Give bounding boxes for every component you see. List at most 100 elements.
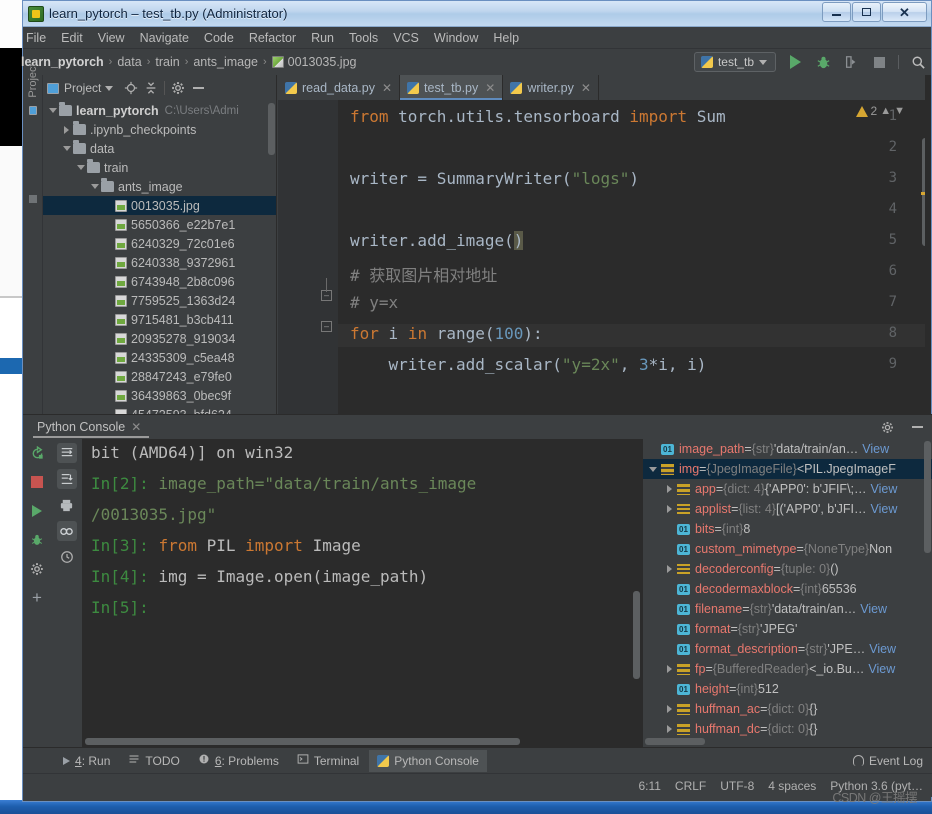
tree-expand-toggle[interactable] (88, 184, 101, 189)
console-hide-button[interactable] (907, 417, 927, 437)
fold-marker-7[interactable]: – (321, 321, 332, 332)
code-editor[interactable]: – – 2 ▲ ▼ 1from torch.utils.tensorboard … (278, 100, 931, 430)
code-line[interactable]: # y=x (350, 293, 398, 312)
variables-pane[interactable]: 01image_path = {str} 'data/train/an…View… (643, 439, 932, 747)
tree-expand-toggle[interactable] (74, 165, 87, 170)
view-value-link[interactable]: View (868, 662, 895, 676)
view-value-link[interactable]: View (860, 602, 887, 616)
tool-window-button-4-run[interactable]: 4: Run (55, 750, 118, 772)
run-with-coverage-button[interactable] (842, 53, 860, 71)
tool-window-button-todo[interactable]: TODO (120, 749, 187, 772)
scroll-to-end-button[interactable] (57, 469, 77, 489)
variables-vscrollbar[interactable] (924, 441, 931, 553)
indent-setting[interactable]: 4 spaces (768, 779, 816, 793)
run-button[interactable] (786, 53, 804, 71)
execute-button[interactable] (27, 501, 47, 521)
variable-row-format-description[interactable]: 01format_description = {str} 'JPE…View (643, 639, 932, 659)
close-icon[interactable]: ✕ (581, 81, 591, 95)
tree-expand-toggle[interactable] (46, 108, 59, 113)
attach-debugger-button[interactable] (27, 530, 47, 550)
variable-row-huffman-ac[interactable]: huffman_ac = {dict: 0} {} (643, 699, 932, 719)
tool-window-button-python-console[interactable]: Python Console (369, 750, 487, 772)
file-encoding[interactable]: UTF-8 (720, 779, 754, 793)
tree-node-28847243-e79fe0[interactable]: 28847243_e79fe0 (43, 367, 276, 386)
editor-tab-test-tb-py[interactable]: test_tb.py✕ (400, 75, 503, 100)
view-value-link[interactable]: View (871, 482, 898, 496)
code-line[interactable]: # 获取图片相对地址 (350, 262, 497, 286)
console-settings-button[interactable] (877, 417, 897, 437)
variable-expand-toggle[interactable] (661, 665, 677, 673)
tree-node-learn-pytorch[interactable]: learn_pytorchC:\Users\Admi (43, 101, 276, 120)
variable-row-custom-mimetype[interactable]: 01custom_mimetype = {NoneType} Non (643, 539, 932, 559)
project-view-chevron-down-icon[interactable] (105, 86, 113, 91)
print-button[interactable] (57, 495, 77, 515)
variable-expand-toggle[interactable] (661, 485, 677, 493)
variable-row-app[interactable]: app = {dict: 4} {'APP0': b'JFIF\;…View (643, 479, 932, 499)
variable-row-decoderconfig[interactable]: decoderconfig = {tuple: 0} () (643, 559, 932, 579)
tree-expand-toggle[interactable] (60, 146, 73, 151)
code-line[interactable]: for i in range(100): (350, 324, 543, 343)
collapse-all-button[interactable] (141, 78, 161, 98)
console-output[interactable]: bit (AMD64)] on win32In[2]: image_path="… (83, 439, 643, 747)
hide-panel-button[interactable] (188, 78, 208, 98)
stop-console-button[interactable] (27, 472, 47, 492)
breadcrumb-item-0013035-jpg[interactable]: 0013035.jpg (272, 55, 357, 69)
tree-node-data[interactable]: data (43, 139, 276, 158)
variable-row-applist[interactable]: applist = {list: 4} [('APP0', b'JFI…View (643, 499, 932, 519)
maximize-button[interactable] (852, 2, 881, 22)
variable-expand-toggle[interactable] (645, 467, 661, 472)
tree-node-36439863-0bec9f[interactable]: 36439863_0bec9f (43, 386, 276, 405)
variable-row-filename[interactable]: 01filename = {str} 'data/train/an…View (643, 599, 932, 619)
editor-tab-writer-py[interactable]: writer.py✕ (503, 75, 599, 100)
variable-expand-toggle[interactable] (661, 705, 677, 713)
view-value-link[interactable]: View (871, 502, 898, 516)
code-line[interactable]: from torch.utils.tensorboard import Sum (350, 107, 726, 126)
console-settings-gutter-button[interactable] (27, 559, 47, 579)
soft-wrap-button[interactable] (57, 443, 77, 463)
tree-node-20935278-919034[interactable]: 20935278_919034 (43, 329, 276, 348)
view-value-link[interactable]: View (869, 642, 896, 656)
console-vscrollbar[interactable] (633, 591, 640, 679)
code-line[interactable]: writer.add_scalar("y=2x", 3*i, i) (350, 355, 706, 374)
python-interpreter[interactable]: Python 3.6 (pyt… (830, 779, 923, 793)
breadcrumb-item-train[interactable]: train (155, 55, 179, 69)
command-history-button[interactable] (57, 547, 77, 567)
menu-item-vcs[interactable]: VCS (386, 29, 426, 47)
project-settings-button[interactable] (168, 78, 188, 98)
event-log-button[interactable]: Event Log (853, 754, 923, 768)
tree-node-ants-image[interactable]: ants_image (43, 177, 276, 196)
variable-row-height[interactable]: 01height = {int} 512 (643, 679, 932, 699)
variable-row-decodermaxblock[interactable]: 01decodermaxblock = {int} 65536 (643, 579, 932, 599)
run-configuration-selector[interactable]: test_tb (694, 52, 776, 72)
sidebar-tab-project[interactable]: Project (27, 63, 39, 115)
show-variables-button[interactable] (57, 521, 77, 541)
minimize-button[interactable] (822, 2, 851, 22)
tree-expand-toggle[interactable] (60, 126, 73, 134)
tree-node-train[interactable]: train (43, 158, 276, 177)
menu-item-edit[interactable]: Edit (54, 29, 90, 47)
structure-tab-icon[interactable] (29, 195, 37, 203)
variable-expand-toggle[interactable] (661, 725, 677, 733)
windows-taskbar[interactable] (0, 800, 932, 814)
menu-item-window[interactable]: Window (427, 29, 485, 47)
close-icon[interactable]: ✕ (131, 420, 141, 434)
debug-button[interactable] (814, 53, 832, 71)
variable-row-img[interactable]: img = {JpegImageFile} <PIL.JpegImageF (643, 459, 932, 479)
variable-expand-toggle[interactable] (661, 565, 677, 573)
tab-python-console[interactable]: Python Console ✕ (33, 417, 149, 438)
code-line[interactable]: writer.add_image() (350, 231, 523, 250)
menu-item-tools[interactable]: Tools (342, 29, 385, 47)
editor-gutter[interactable] (278, 100, 338, 430)
view-value-link[interactable]: View (862, 442, 889, 456)
tool-window-button-terminal[interactable]: Terminal (289, 749, 367, 772)
variable-row-image-path[interactable]: 01image_path = {str} 'data/train/an…View (643, 439, 932, 459)
stop-button[interactable] (870, 53, 888, 71)
menu-item-run[interactable]: Run (304, 29, 341, 47)
tree-node-0013035-jpg[interactable]: 0013035.jpg (43, 196, 276, 215)
editor-tab-read-data-py[interactable]: read_data.py✕ (278, 75, 400, 100)
menu-item-view[interactable]: View (91, 29, 132, 47)
window-titlebar[interactable]: learn_pytorch – test_tb.py (Administrato… (23, 1, 931, 27)
close-button[interactable]: ✕ (882, 2, 927, 22)
search-everywhere-button[interactable] (909, 53, 927, 71)
menu-item-refactor[interactable]: Refactor (242, 29, 303, 47)
